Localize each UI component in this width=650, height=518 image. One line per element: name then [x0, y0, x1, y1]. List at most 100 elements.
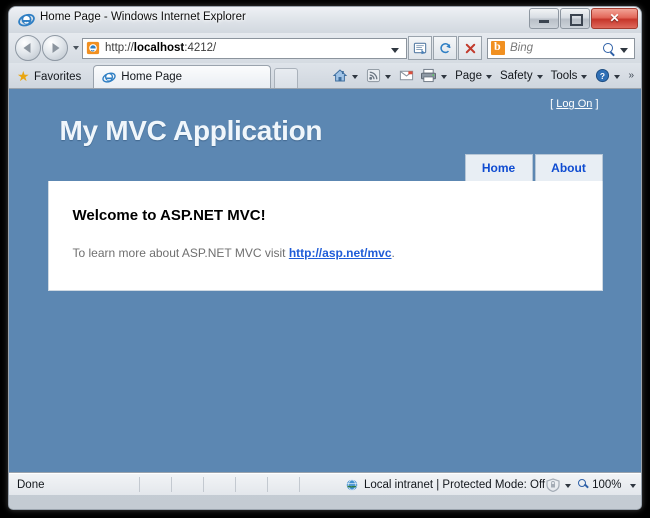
- chevron-down-icon: [72, 46, 79, 50]
- zoom-level[interactable]: 100%: [592, 479, 621, 491]
- paragraph-text-after: .: [391, 246, 395, 260]
- tools-menu-label: Tools: [550, 69, 578, 82]
- address-input[interactable]: http://localhost:4212/: [82, 37, 407, 59]
- nav-tab-about[interactable]: About: [534, 154, 603, 181]
- chevron-down-icon: [614, 74, 621, 79]
- window-controls: ✕: [528, 8, 638, 29]
- maximize-icon: [570, 14, 583, 26]
- close-button[interactable]: ✕: [591, 8, 638, 29]
- zone-text: Local intranet | Protected Mode: Off: [364, 478, 546, 491]
- home-icon: [332, 68, 348, 81]
- mail-icon: [400, 70, 414, 81]
- logon-open-bracket: [: [550, 98, 554, 110]
- status-cell: [139, 477, 171, 492]
- web-page: [ Log On ] My MVC Application Home About…: [47, 89, 603, 291]
- chevron-down-icon: [385, 74, 392, 79]
- content-panel: Welcome to ASP.NET MVC! To learn more ab…: [47, 181, 603, 291]
- star-icon: ★: [17, 68, 30, 84]
- status-bar: Done Local intranet | Protected Mode: Of…: [9, 473, 641, 495]
- new-tab-button[interactable]: [274, 68, 299, 88]
- compatibility-view-icon: [413, 42, 426, 54]
- address-text: http://localhost:4212/: [105, 42, 217, 54]
- content-paragraph: To learn more about ASP.NET MVC visit ht…: [73, 246, 578, 260]
- refresh-button[interactable]: [433, 36, 457, 60]
- address-bar-row: http://localhost:4212/ Bing: [9, 33, 641, 63]
- page-title: My MVC Application: [59, 115, 323, 146]
- browser-tab-home-page[interactable]: Home Page: [93, 65, 272, 88]
- page-menu[interactable]: Page: [452, 65, 497, 86]
- logon-area: [ Log On ]: [48, 98, 603, 114]
- chevron-down-icon[interactable]: [565, 483, 572, 488]
- page-menu-label: Page: [455, 69, 482, 82]
- content-heading: Welcome to ASP.NET MVC!: [72, 207, 266, 224]
- status-cell: [267, 477, 299, 492]
- search-provider-dropdown-icon[interactable]: [620, 47, 628, 53]
- internet-explorer-window: Home Page - Windows Internet Explorer ✕: [8, 6, 642, 510]
- rss-feed-icon: [367, 68, 381, 83]
- logon-close-bracket: ]: [595, 98, 599, 110]
- close-icon: ✕: [609, 11, 620, 25]
- print-button[interactable]: [417, 65, 452, 86]
- search-icon[interactable]: [603, 42, 613, 53]
- arrow-left-icon: [23, 43, 31, 53]
- page-viewport: [ Log On ] My MVC Application Home About…: [9, 89, 641, 473]
- refresh-icon: [439, 42, 450, 53]
- help-menu[interactable]: ?: [592, 65, 625, 86]
- ie-logo-icon: [102, 72, 117, 83]
- globe-icon: [346, 478, 358, 491]
- forward-button[interactable]: [42, 35, 68, 61]
- status-right-group: 100%: [545, 477, 641, 492]
- ie-logo-icon: [18, 13, 35, 27]
- aspnet-mvc-link[interactable]: http://asp.net/mvc: [289, 246, 392, 260]
- recent-pages-button[interactable]: [69, 37, 82, 59]
- title-bar: Home Page - Windows Internet Explorer ✕: [9, 7, 641, 33]
- tab-label: Home Page: [121, 71, 183, 83]
- arrow-right-icon: [52, 43, 60, 53]
- minimize-icon: [539, 20, 549, 23]
- stop-icon: [465, 43, 475, 53]
- feeds-button[interactable]: [363, 65, 396, 86]
- zoom-icon: [578, 479, 589, 490]
- safety-menu-label: Safety: [499, 69, 533, 82]
- address-dropdown-icon[interactable]: [391, 47, 399, 53]
- tab-row: ★ Favorites Home Page Page Safety Tools …: [9, 63, 641, 89]
- home-button[interactable]: [329, 65, 363, 86]
- svg-text:?: ?: [600, 71, 605, 81]
- mail-button[interactable]: [396, 65, 417, 86]
- compatibility-view-button[interactable]: [408, 36, 432, 60]
- status-cell: [203, 477, 235, 492]
- status-cell: [171, 477, 203, 492]
- chevron-down-icon: [485, 74, 492, 79]
- log-on-link[interactable]: Log On: [556, 98, 592, 110]
- minimize-button[interactable]: [529, 8, 559, 29]
- tools-menu[interactable]: Tools: [548, 65, 593, 86]
- command-overflow-button[interactable]: »: [625, 65, 637, 86]
- search-placeholder: Bing: [510, 42, 534, 54]
- overflow-label: »: [628, 70, 634, 81]
- stop-button[interactable]: [458, 36, 482, 60]
- site-navigation: Home About: [48, 154, 603, 181]
- status-text: Done: [17, 478, 45, 491]
- status-cell: [235, 477, 267, 492]
- chevron-down-icon: [536, 74, 543, 79]
- chevron-down-icon[interactable]: [629, 483, 636, 488]
- safety-menu[interactable]: Safety: [497, 65, 548, 86]
- help-icon: ?: [596, 68, 610, 83]
- chevron-down-icon: [352, 74, 359, 79]
- chevron-down-icon: [441, 74, 448, 79]
- chevron-down-icon: [581, 74, 588, 79]
- command-bar: Page Safety Tools ? »: [329, 64, 637, 87]
- maximize-button[interactable]: [560, 8, 590, 29]
- shield-icon[interactable]: [545, 477, 561, 492]
- nav-tab-home[interactable]: Home: [464, 154, 533, 181]
- favorites-button[interactable]: ★ Favorites: [13, 66, 89, 87]
- search-input[interactable]: Bing: [487, 37, 635, 59]
- favorites-label: Favorites: [34, 70, 82, 83]
- status-cell: [299, 477, 331, 492]
- bing-logo-icon: [491, 39, 505, 55]
- page-favicon-icon: [86, 41, 100, 55]
- paragraph-text-before: To learn more about ASP.NET MVC visit: [72, 246, 289, 260]
- back-button[interactable]: [15, 35, 41, 61]
- security-zone[interactable]: Local intranet | Protected Mode: Off: [345, 478, 545, 492]
- print-icon: [421, 68, 437, 83]
